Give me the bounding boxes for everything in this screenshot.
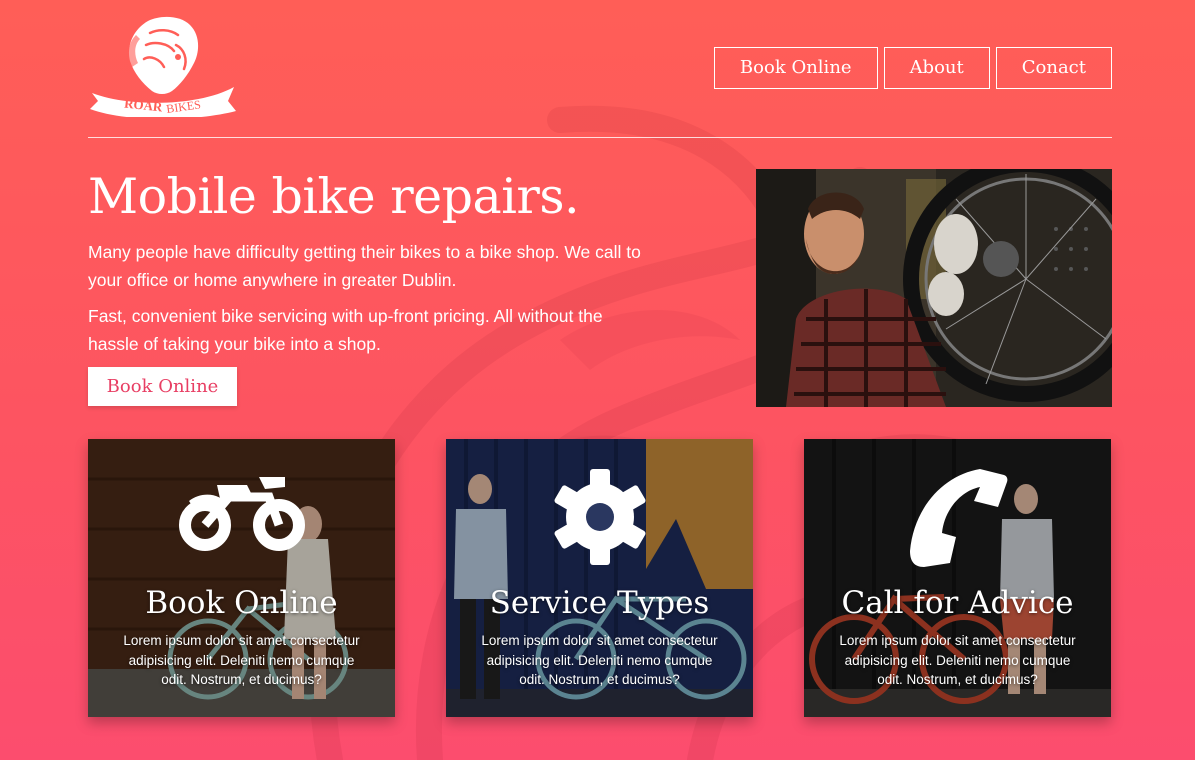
card-title: Call for Advice <box>841 585 1074 621</box>
hero-book-online-button[interactable]: Book Online <box>88 367 237 406</box>
gear-icon <box>554 469 645 565</box>
card-title: Service Types <box>489 585 710 621</box>
nav-book-online[interactable]: Book Online <box>713 47 878 89</box>
mechanic-photo <box>756 169 1112 407</box>
card-service-types[interactable]: Service Types Lorem ipsum dolor sit amet… <box>446 439 753 717</box>
nav-about[interactable]: About <box>883 47 990 89</box>
lion-head-icon <box>128 16 199 94</box>
motorcycle-icon <box>178 477 305 551</box>
roar-bikes-logo[interactable]: ROAR BIKES <box>88 15 238 117</box>
card-book-online[interactable]: Book Online Lorem ipsum dolor sit amet c… <box>88 439 395 717</box>
phone-icon <box>909 469 1007 567</box>
card-text: Lorem ipsum dolor sit amet consectetur a… <box>839 633 1076 687</box>
card-title: Book Online <box>145 585 338 621</box>
hero-title: Mobile bike repairs. <box>88 168 580 225</box>
hero-paragraph-1: Many people have difficulty getting thei… <box>88 242 641 290</box>
card-text: Lorem ipsum dolor sit amet consectetur a… <box>123 633 360 687</box>
card-text: Lorem ipsum dolor sit amet consectetur a… <box>481 633 718 687</box>
nav-contact[interactable]: Conact <box>995 47 1112 89</box>
header-divider <box>88 137 1112 138</box>
card-call-for-advice[interactable]: Call for Advice Lorem ipsum dolor sit am… <box>804 439 1111 717</box>
page-container: ROAR BIKES Book Online About Conact Mobi… <box>88 0 1112 760</box>
main-nav: Book Online About Conact <box>713 47 1112 89</box>
hero-paragraph-2: Fast, convenient bike servicing with up-… <box>88 306 603 354</box>
